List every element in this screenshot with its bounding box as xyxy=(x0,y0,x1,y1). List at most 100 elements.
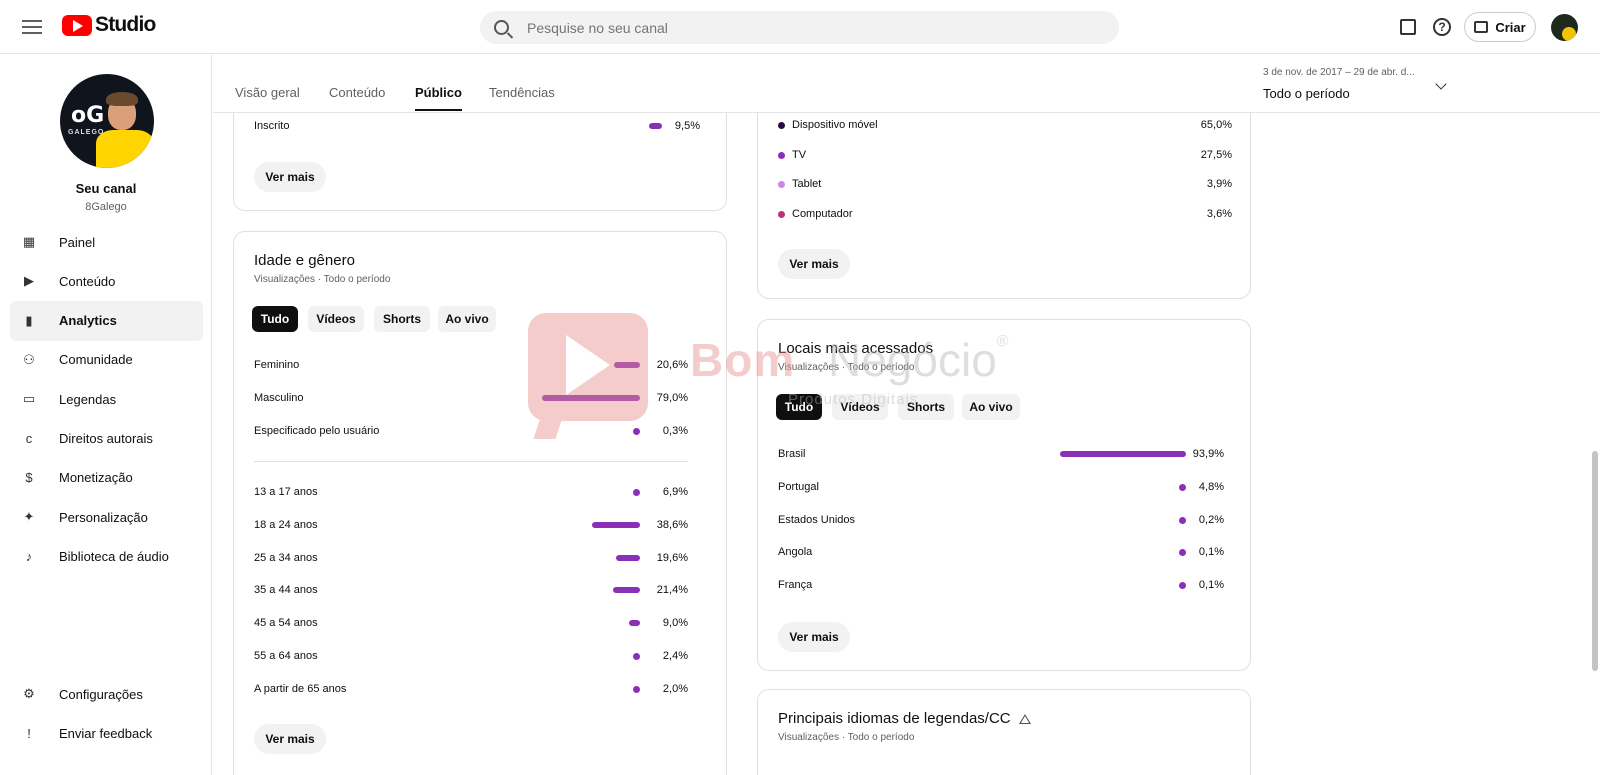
chip-videos[interactable]: Vídeos xyxy=(308,306,364,332)
row-bar xyxy=(616,554,640,561)
scrollbar-thumb[interactable] xyxy=(1592,451,1598,671)
legend-dot xyxy=(778,181,785,188)
tab-publico[interactable]: Público xyxy=(415,85,462,111)
sidebar-item[interactable]: ✦ Personalização xyxy=(10,497,203,537)
row-bar xyxy=(592,521,640,528)
sidebar-item[interactable]: ▮ Analytics xyxy=(10,300,203,341)
sidebar-item-label: Biblioteca de áudio xyxy=(59,548,169,564)
sidebar-item[interactable]: ♪ Biblioteca de áudio xyxy=(10,536,203,576)
channel-logo-text: oG xyxy=(71,103,105,128)
locations-subtitle: Visualizações · Todo o período xyxy=(778,362,915,373)
sidebar-item[interactable]: ⚙ Configurações xyxy=(10,674,203,714)
sidebar-item-label: Monetização xyxy=(59,470,133,486)
chip-videos[interactable]: Vídeos xyxy=(832,394,888,420)
legend-dot xyxy=(778,122,785,129)
settings-icon: ⚙ xyxy=(23,686,35,701)
device-value: 3,9% xyxy=(1206,178,1232,190)
row-bar xyxy=(542,395,640,401)
row-label: Angola xyxy=(778,546,813,559)
row-value: 21,4% xyxy=(656,584,688,597)
age-gender-card: Idade e gênero Visualizações · Todo o pe… xyxy=(233,231,727,775)
sidebar: oG GALEGO Seu canal 8Galego ▦ Painel ▶ Cont… xyxy=(0,55,212,775)
row-label: Brasil xyxy=(778,448,806,460)
row-value: 2,0% xyxy=(662,682,688,695)
chip-tudo[interactable]: Tudo xyxy=(252,306,298,332)
sidebar-item-label: Painel xyxy=(59,234,96,250)
ver-mais-button[interactable]: Ver mais xyxy=(778,249,850,279)
sidebar-item[interactable]: ▭ Legendas xyxy=(10,379,203,419)
audio-library-icon: ♪ xyxy=(25,548,33,564)
tab-visao-geral[interactable]: Visão geral xyxy=(235,85,300,100)
row-label: A partir de 65 anos xyxy=(254,682,347,695)
sidebar-item-label: Configurações xyxy=(59,686,143,702)
chip-tudo[interactable]: Tudo xyxy=(776,394,822,420)
sidebar-item-label: Analytics xyxy=(59,313,117,329)
tab-conteudo[interactable]: Conteúdo xyxy=(329,85,385,100)
row-value: 19,6% xyxy=(656,551,688,564)
row-value: 0,1% xyxy=(1198,579,1224,592)
sidebar-item-label: Direitos autorais xyxy=(59,431,153,446)
analytics-icon: ▮ xyxy=(25,312,33,328)
sidebar-item[interactable]: ⚇ Comunidade xyxy=(10,340,203,380)
youtube-logo-icon xyxy=(62,14,92,36)
warning-icon[interactable] xyxy=(1019,714,1031,724)
sidebar-item[interactable]: ▶ Conteúdo xyxy=(10,261,203,301)
row-label: 35 a 44 anos xyxy=(254,584,318,597)
search-icon xyxy=(494,20,509,35)
logo-text: Studio xyxy=(95,13,156,36)
search-input[interactable] xyxy=(527,19,1087,36)
search-bar[interactable] xyxy=(480,11,1119,44)
account-avatar[interactable] xyxy=(1551,14,1578,41)
page-scrollbar[interactable] xyxy=(1590,113,1600,775)
subscribed-label: Inscrito xyxy=(254,120,290,132)
channel-avatar[interactable]: oG GALEGO xyxy=(60,74,154,168)
chip-shorts[interactable]: Shorts xyxy=(898,394,954,420)
main-content: Inscrito 9,5% Ver mais Idade e gênero Vi… xyxy=(213,113,1590,775)
row-label: Especificado pelo usuário xyxy=(254,425,380,437)
row-value: 0,3% xyxy=(662,425,688,437)
period-label: Todo o período xyxy=(1263,86,1350,101)
video-camera-plus-icon xyxy=(1474,21,1489,33)
content-icon: ▶ xyxy=(24,273,34,289)
top-locations-card: Locais mais acessados Visualizações · To… xyxy=(757,319,1251,671)
row-value: 0,2% xyxy=(1198,513,1224,526)
feedback-icon[interactable] xyxy=(1400,19,1416,35)
device-value: 65,0% xyxy=(1200,119,1232,131)
row-label: Masculino xyxy=(254,392,304,404)
copyright-icon: c xyxy=(25,431,33,446)
subscribed-value: 9,5% xyxy=(674,120,700,132)
languages-title: Principais idiomas de legendas/CC xyxy=(778,710,1011,727)
sidebar-item[interactable]: ! Enviar feedback xyxy=(10,713,203,753)
channel-name: Seu canal xyxy=(75,181,137,196)
row-label: 25 a 34 anos xyxy=(254,551,318,564)
hamburger-icon[interactable] xyxy=(22,17,42,37)
chip-ao-vivo[interactable]: Ao vivo xyxy=(438,306,496,332)
sidebar-item[interactable]: c Direitos autorais xyxy=(10,419,203,459)
tab-tendencias[interactable]: Tendências xyxy=(489,85,555,100)
help-icon[interactable]: ? xyxy=(1433,18,1451,36)
row-value: 2,4% xyxy=(662,650,688,662)
ver-mais-button[interactable]: Ver mais xyxy=(254,724,326,754)
ver-mais-button[interactable]: Ver mais xyxy=(778,622,850,652)
device-label: Computador xyxy=(792,207,853,220)
device-label: Dispositivo móvel xyxy=(792,119,878,131)
sidebar-item[interactable]: ▦ Painel xyxy=(10,222,203,262)
top-bar: Studio ? Criar xyxy=(0,0,1600,54)
row-value: 0,1% xyxy=(1198,546,1224,559)
send-feedback-icon: ! xyxy=(27,725,31,741)
create-button[interactable]: Criar xyxy=(1464,12,1536,42)
sidebar-item-label: Legendas xyxy=(59,391,117,407)
ver-mais-button[interactable]: Ver mais xyxy=(254,162,326,192)
subscription-status-card: Inscrito 9,5% Ver mais xyxy=(233,113,727,211)
row-label: França xyxy=(778,579,813,592)
chip-shorts[interactable]: Shorts xyxy=(374,306,430,332)
sidebar-item-label: Personalização xyxy=(59,509,148,525)
device-type-card: Dispositivo móvel 65,0% TV 27,5% Tablet 3,9% C… xyxy=(757,113,1251,299)
period-selector[interactable]: 3 de nov. de 2017 – 29 de abr. d... Todo… xyxy=(1263,67,1463,101)
subtitle-languages-card: Principais idiomas de legendas/CC Visual… xyxy=(757,689,1251,775)
chip-ao-vivo[interactable]: Ao vivo xyxy=(962,394,1020,420)
row-value: 6,9% xyxy=(662,486,688,498)
legend-dot xyxy=(778,151,785,159)
sidebar-item[interactable]: $ Monetização xyxy=(10,458,203,498)
studio-logo[interactable]: Studio xyxy=(62,13,156,37)
